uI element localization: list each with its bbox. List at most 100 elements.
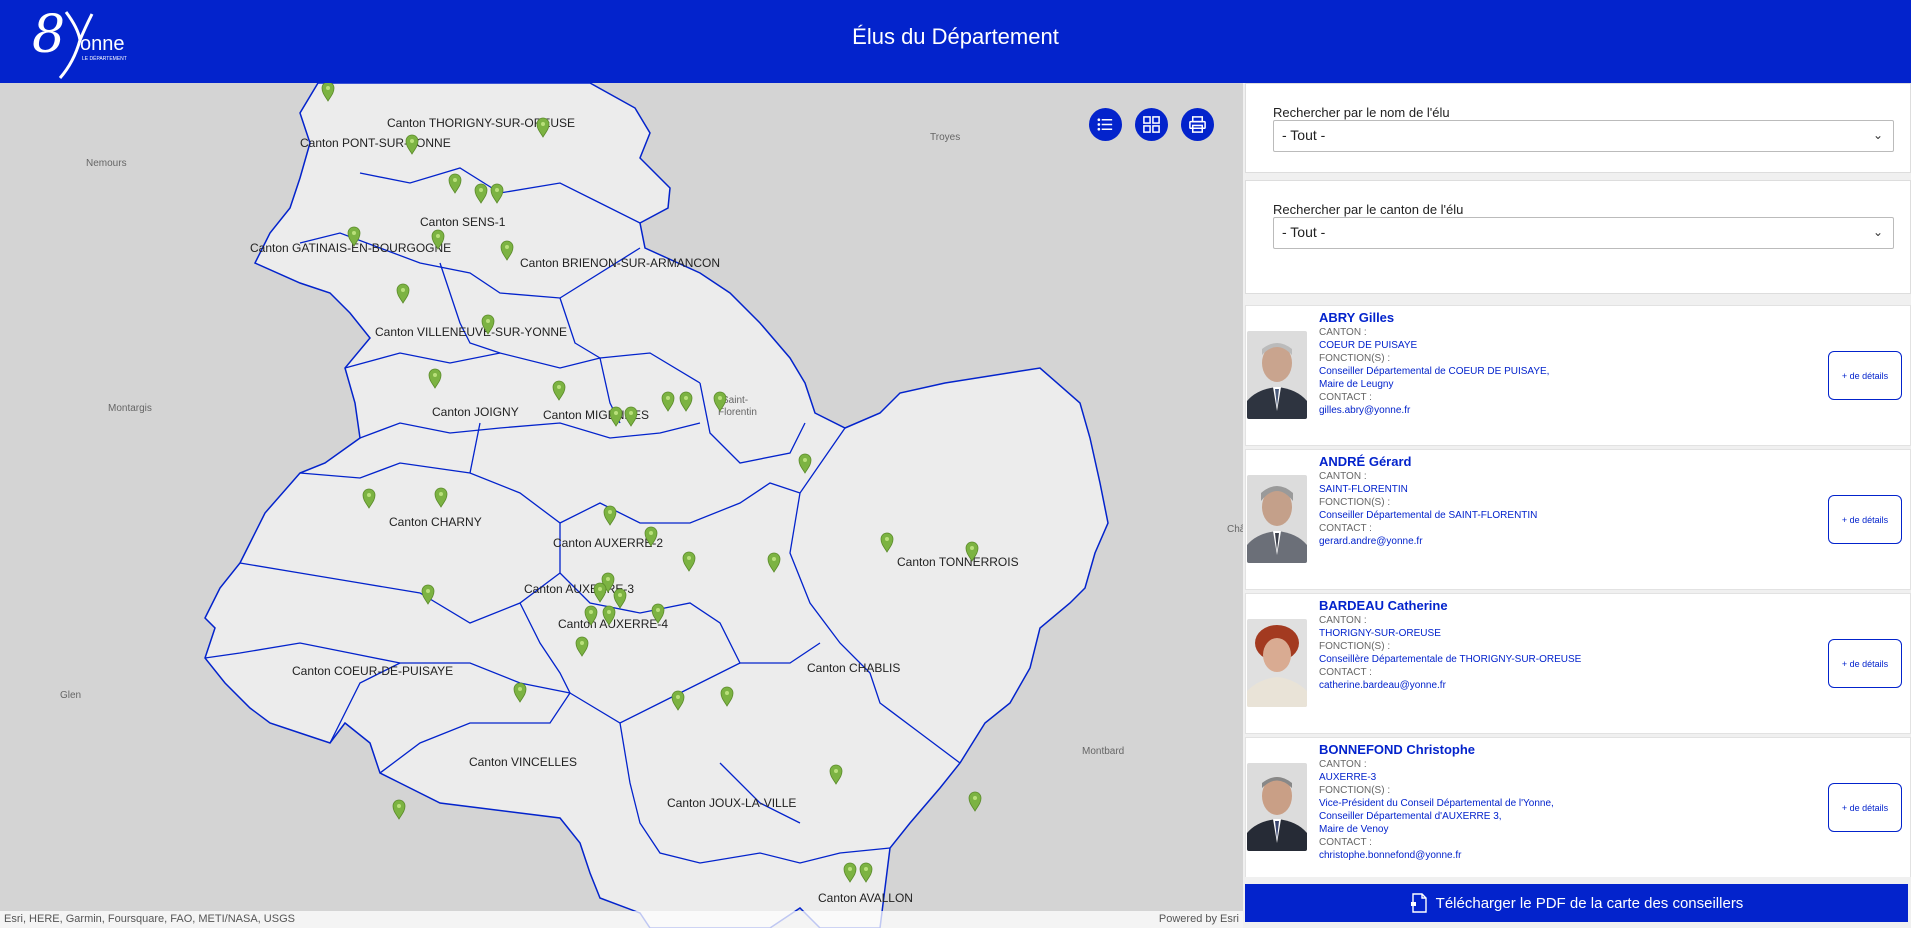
elu-fonction: Vice-Président du Conseil Départemental … (1319, 798, 1554, 809)
contact-label: CONTACT : (1319, 667, 1372, 678)
map-marker-dot (684, 396, 688, 400)
map-marker-dot (433, 373, 437, 377)
elu-email[interactable]: gilles.abry@yonne.fr (1319, 404, 1819, 417)
search-canton-label: Rechercher par le canton de l'élu (1273, 202, 1464, 217)
elu-photo (1247, 475, 1307, 563)
map-marker-dot (453, 178, 457, 182)
canton-label: CANTON : (1319, 615, 1367, 626)
header-bar: 8 onne LE DÉPARTEMENT Élus du Départemen… (0, 0, 1911, 83)
canton-label: CANTON : (1319, 759, 1367, 770)
list-icon (1097, 118, 1113, 131)
details-button[interactable]: + de détails (1828, 351, 1902, 400)
map-marker-dot (439, 492, 443, 496)
map-view[interactable]: Nemours Troyes Montargis Saint- Florenti… (0, 83, 1243, 928)
elus-list[interactable]: ABRY Gilles CANTON : COEUR DE PUISAYE FO… (1245, 305, 1911, 877)
map-marker-dot (426, 589, 430, 593)
map-marker-dot (629, 411, 633, 415)
chevron-down-icon: ⌄ (1872, 128, 1883, 142)
elu-card: BARDEAU Catherine CANTON : THORIGNY-SUR-… (1245, 593, 1911, 734)
fonctions-label: FONCTION(S) : (1319, 353, 1391, 364)
map-marker-dot (885, 537, 889, 541)
elu-canton: AUXERRE-3 (1319, 772, 1377, 783)
search-by-name-box: Rechercher par le nom de l'élu - Tout - … (1245, 83, 1911, 173)
map-marker-dot (589, 610, 593, 614)
elu-info: ANDRÉ Gérard CANTON : SAINT-FLORENTIN FO… (1319, 454, 1819, 548)
list-view-button[interactable] (1089, 108, 1122, 141)
elu-photo (1247, 763, 1307, 851)
elu-name: ABRY Gilles (1319, 310, 1395, 325)
canton-label: Canton TONNERROIS (897, 555, 1019, 569)
contact-label: CONTACT : (1319, 837, 1372, 848)
chevron-down-icon: ⌄ (1872, 225, 1883, 239)
map-marker-dot (495, 188, 499, 192)
map-marker-dot (436, 234, 440, 238)
details-button[interactable]: + de détails (1828, 639, 1902, 688)
elu-fonction: Maire de Leugny (1319, 379, 1394, 390)
print-button[interactable] (1181, 108, 1214, 141)
document-icon (1410, 893, 1427, 913)
map-marker-dot (656, 608, 660, 612)
map-marker-dot (666, 396, 670, 400)
grid-view-button[interactable] (1135, 108, 1168, 141)
elu-name: BARDEAU Catherine (1319, 598, 1448, 613)
search-canton-select[interactable]: - Tout - ⌄ (1273, 217, 1894, 249)
map-marker-dot (557, 385, 561, 389)
canton-label: Canton VINCELLES (469, 755, 577, 769)
details-button[interactable]: + de détails (1828, 495, 1902, 544)
elu-canton: COEUR DE PUISAYE (1319, 340, 1418, 351)
details-button[interactable]: + de détails (1828, 783, 1902, 832)
canton-label: Canton CHABLIS (807, 661, 900, 675)
search-canton-value: - Tout - (1282, 224, 1326, 240)
map-marker-dot (580, 641, 584, 645)
elu-fonction: Conseiller Départemental d'AUXERRE 3, (1319, 811, 1502, 822)
map-marker-dot (410, 139, 414, 143)
download-pdf-button[interactable]: Télécharger le PDF de la carte des conse… (1245, 884, 1908, 922)
map-attribution: Esri, HERE, Garmin, Foursquare, FAO, MET… (0, 911, 1243, 928)
print-icon (1189, 116, 1206, 133)
map-marker-dot (848, 867, 852, 871)
map-marker-dot (401, 288, 405, 292)
elu-info: ABRY Gilles CANTON : COEUR DE PUISAYE FO… (1319, 310, 1819, 417)
map-marker-dot (598, 587, 602, 591)
map-marker-dot (614, 411, 618, 415)
map-marker-dot (608, 510, 612, 514)
download-pdf-label: Télécharger le PDF de la carte des conse… (1435, 894, 1744, 912)
elu-fonction: Conseillère Départementale de THORIGNY-S… (1319, 654, 1582, 665)
map-marker-dot (649, 531, 653, 535)
search-name-select[interactable]: - Tout - ⌄ (1273, 120, 1894, 152)
map-marker-dot (352, 231, 356, 235)
attribution-text: Esri, HERE, Garmin, Foursquare, FAO, MET… (4, 913, 295, 925)
map-marker-dot (676, 695, 680, 699)
contact-label: CONTACT : (1319, 392, 1372, 403)
canton-label: Canton PONT-SUR-YONNE (300, 136, 451, 150)
fonctions-label: FONCTION(S) : (1319, 641, 1391, 652)
elu-email[interactable]: christophe.bonnefond@yonne.fr (1319, 849, 1819, 862)
place-label: Montbard (1082, 746, 1124, 757)
elu-photo (1247, 619, 1307, 707)
canton-label: Canton GATINAIS-EN-BOURGOGNE (250, 241, 451, 255)
yonne-map[interactable]: Nemours Troyes Montargis Saint- Florenti… (0, 83, 1243, 928)
map-toolbar (1089, 108, 1214, 141)
map-marker-dot (718, 396, 722, 400)
elu-canton: THORIGNY-SUR-OREUSE (1319, 628, 1441, 639)
elu-email[interactable]: catherine.bardeau@yonne.fr (1319, 679, 1819, 692)
map-marker-dot (973, 796, 977, 800)
elu-fonction: Maire de Venoy (1319, 824, 1389, 835)
elu-email[interactable]: gerard.andre@yonne.fr (1319, 535, 1819, 548)
canton-label: Canton AUXERRE-4 (558, 617, 668, 631)
elu-fonction: Conseiller Départemental de SAINT-FLOREN… (1319, 510, 1538, 521)
powered-by-esri[interactable]: Powered by Esri (1159, 913, 1239, 926)
map-marker-dot (834, 769, 838, 773)
elu-name: ANDRÉ Gérard (1319, 454, 1412, 469)
canton-label: Canton JOUX-LA-VILLE (667, 796, 796, 810)
canton-label: Canton SENS-1 (420, 215, 506, 229)
canton-label: Canton COEUR-DE-PUISAYE (292, 664, 453, 678)
place-label: Troyes (930, 132, 960, 143)
place-label: Montargis (108, 403, 152, 414)
map-marker-dot (367, 493, 371, 497)
map-marker-dot (606, 577, 610, 581)
elu-photo (1247, 331, 1307, 419)
fonctions-label: FONCTION(S) : (1319, 785, 1391, 796)
map-marker-dot (772, 557, 776, 561)
map-marker-dot (397, 804, 401, 808)
